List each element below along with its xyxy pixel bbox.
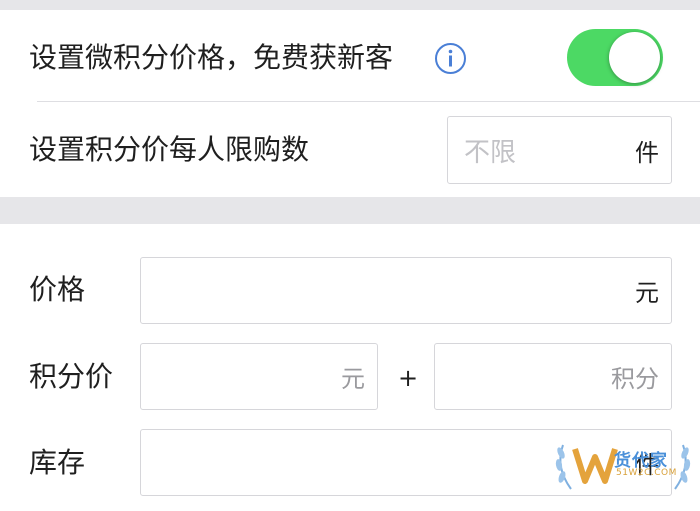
purchase-limit-label: 设置积分价每人限购数 [29,133,310,166]
purchase-limit-placeholder: 不限 [464,137,517,168]
plus-sign: + [398,364,419,392]
row-divider [37,101,700,102]
points-price-points-unit: 积分 [611,365,659,393]
toggle-knob [609,32,660,83]
price-label: 价格 [29,273,86,306]
points-price-label: 积分价 [29,360,114,393]
info-icon[interactable] [434,42,467,75]
watermark-subtext: 51W2C.COM [616,468,677,478]
points-price-points-input[interactable]: 积分 [434,343,672,410]
purchase-limit-unit: 件 [635,138,659,167]
price-unit: 元 [635,279,659,307]
section-separator [0,197,700,224]
price-input[interactable]: 元 [140,257,672,324]
stock-label: 库存 [29,446,86,479]
section-separator-top [0,0,700,10]
micro-points-price-label: 设置微积分价格，免费获新客 [29,41,394,74]
points-price-cash-unit: 元 [341,365,365,393]
micro-points-toggle[interactable] [567,29,663,86]
purchase-limit-input[interactable]: 不限 件 [447,116,672,184]
points-price-cash-input[interactable]: 元 [140,343,378,410]
